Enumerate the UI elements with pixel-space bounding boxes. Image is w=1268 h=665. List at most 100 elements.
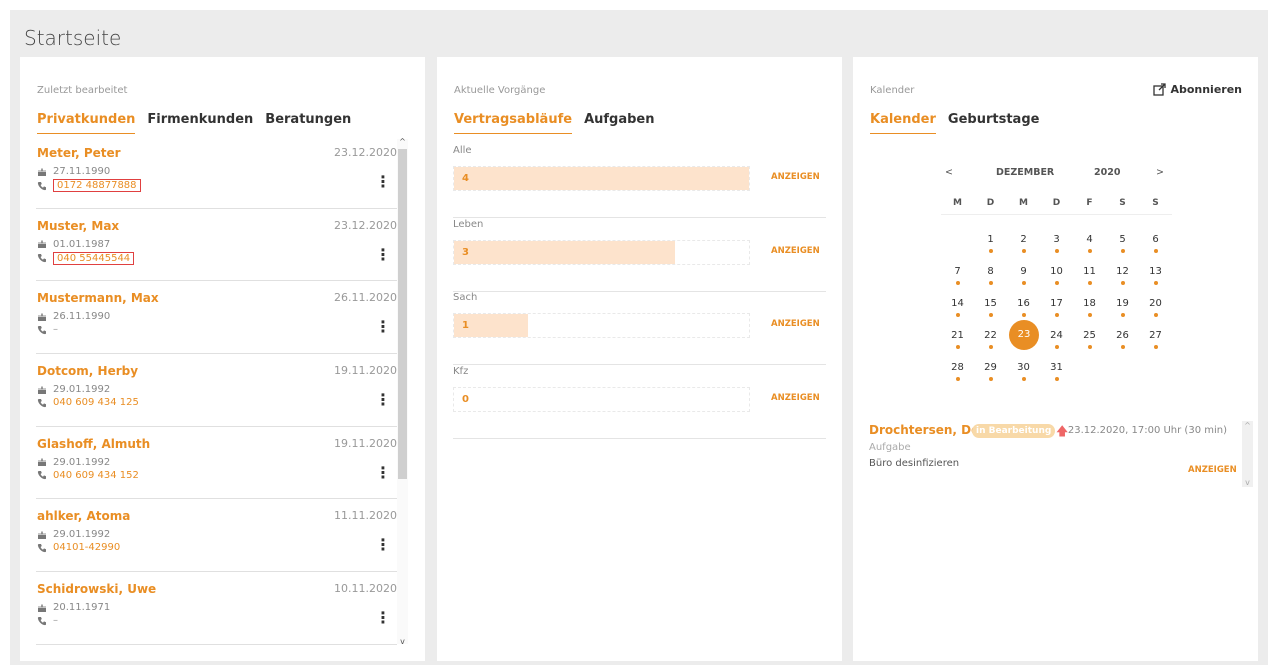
calendar-day[interactable]: 21 <box>941 319 974 351</box>
calendar-day[interactable]: 18 <box>1073 287 1106 319</box>
day-number: 21 <box>951 330 964 341</box>
calendar-day[interactable]: 27 <box>1139 319 1172 351</box>
day-number: 31 <box>1050 362 1063 373</box>
contact-list-scrollbar[interactable]: ^ v <box>397 137 408 646</box>
contact-row[interactable]: Schidrowski, Uwe 10.11.2020 20.11.1971– ⋮ <box>36 572 397 645</box>
scroll-down-icon[interactable]: v <box>397 637 408 646</box>
calendar-day[interactable]: 6 <box>1139 223 1172 255</box>
calendar-day[interactable]: 17 <box>1040 287 1073 319</box>
scroll-up-icon[interactable]: ^ <box>1242 421 1253 430</box>
day-number: 27 <box>1149 330 1162 341</box>
vorgang-show-button[interactable]: ANZEIGEN <box>771 319 820 329</box>
calendar-day[interactable]: 4 <box>1073 223 1106 255</box>
calendar-day[interactable]: 19 <box>1106 287 1139 319</box>
calendar-day[interactable]: 29 <box>974 351 1007 383</box>
vorgang-show-button[interactable]: ANZEIGEN <box>771 393 820 403</box>
contact-row[interactable]: ahlker, Atoma 11.11.2020 29.01.1992 04101-4… <box>36 499 397 573</box>
more-options-icon[interactable]: ⋮ <box>375 464 391 481</box>
calendar-day[interactable]: 16 <box>1007 287 1040 319</box>
phone-value[interactable]: 040 609 434 152 <box>53 470 139 481</box>
day-number: 29 <box>984 362 997 373</box>
event-dot <box>989 377 993 381</box>
phone-value[interactable]: 04101-42990 <box>53 542 120 553</box>
tab-vertragsablaeufe[interactable]: Vertragsabläufe <box>454 112 573 134</box>
scrollbar-thumb[interactable] <box>398 149 407 479</box>
vorgang-section: Leben 3 ANZEIGEN <box>453 219 826 292</box>
day-number: 16 <box>1017 298 1030 309</box>
contact-row[interactable]: Glashoff, Almuth 19.11.2020 29.01.1992 040 … <box>36 427 397 500</box>
vorgang-show-button[interactable]: ANZEIGEN <box>771 246 820 256</box>
calendar-day[interactable]: 2 <box>1007 223 1040 255</box>
calendar-day[interactable]: 13 <box>1139 255 1172 287</box>
more-options-icon[interactable]: ⋮ <box>375 392 391 408</box>
subscribe-button[interactable]: Abonnieren <box>1153 83 1242 96</box>
calendar-day[interactable]: 12 <box>1106 255 1139 287</box>
tab-geburtstage[interactable]: Geburtstage <box>948 112 1040 134</box>
contact-name[interactable]: Muster, Max <box>37 219 119 233</box>
more-options-icon[interactable]: ⋮ <box>375 246 391 263</box>
day-number: 19 <box>1116 298 1129 309</box>
calendar-day[interactable]: 22 <box>974 319 1007 351</box>
calendar-day[interactable]: 11 <box>1073 255 1106 287</box>
calendar-day[interactable]: 30 <box>1007 351 1040 383</box>
contact-row[interactable]: Mustermann, Max 26.11.2020 26.11.1990– ⋮ <box>36 281 397 355</box>
calendar-day[interactable]: 31 <box>1040 351 1073 383</box>
contact-row[interactable]: Dotcom, Herby 19.11.2020 29.01.1992 040 609… <box>36 354 397 427</box>
calendar-day[interactable]: 10 <box>1040 255 1073 287</box>
vorgang-label: Sach <box>453 292 478 303</box>
calendar-event: Drochtersen, Dora in Bearbeitung 🡅 23.12… <box>869 421 1253 487</box>
tab-aufgaben[interactable]: Aufgaben <box>584 112 654 134</box>
next-month-button[interactable]: > <box>1156 167 1164 178</box>
phone-value[interactable]: 040 609 434 125 <box>53 397 139 408</box>
contact-name[interactable]: Mustermann, Max <box>37 291 159 305</box>
event-dot <box>1154 313 1158 317</box>
day-number: 14 <box>951 298 964 309</box>
calendar-day[interactable]: 1 <box>974 223 1007 255</box>
day-number: 20 <box>1149 298 1162 309</box>
calendar-day[interactable]: 20 <box>1139 287 1172 319</box>
event-scrollbar[interactable]: ^ v <box>1242 421 1253 487</box>
contact-name[interactable]: Schidrowski, Uwe <box>37 582 156 596</box>
birthday-value: 20.11.1971 <box>53 602 111 614</box>
calendar-day-today[interactable]: 23 <box>1007 319 1040 351</box>
more-options-icon[interactable]: ⋮ <box>375 174 391 190</box>
contact-name[interactable]: Dotcom, Herby <box>37 364 138 378</box>
calendar-day[interactable]: 5 <box>1106 223 1139 255</box>
vorgang-section: Alle 4 ANZEIGEN <box>453 145 826 218</box>
contact-date: 23.12.2020 <box>334 218 397 232</box>
tab-beratungen[interactable]: Beratungen <box>265 112 351 134</box>
event-dot <box>989 249 993 253</box>
scroll-down-icon[interactable]: v <box>1242 478 1253 487</box>
calendar-day[interactable]: 3 <box>1040 223 1073 255</box>
vorgang-show-button[interactable]: ANZEIGEN <box>771 172 820 182</box>
calendar-day[interactable]: 24 <box>1040 319 1073 351</box>
contact-name[interactable]: Glashoff, Almuth <box>37 437 150 451</box>
tab-firmenkunden[interactable]: Firmenkunden <box>147 112 253 134</box>
tab-privatkunden[interactable]: Privatkunden <box>37 112 136 134</box>
calendar-day[interactable]: 9 <box>1007 255 1040 287</box>
more-options-icon[interactable]: ⋮ <box>375 319 391 335</box>
contact-name[interactable]: Meter, Peter <box>37 146 121 160</box>
contact-name[interactable]: ahlker, Atoma <box>37 509 130 523</box>
contact-row[interactable]: Muster, Max 23.12.2020 01.01.1987 040 55445… <box>36 209 397 282</box>
calendar-day[interactable]: 25 <box>1073 319 1106 351</box>
more-options-icon[interactable]: ⋮ <box>375 537 391 553</box>
day-number: 6 <box>1152 234 1159 245</box>
phone-value[interactable]: 040 55445544 <box>53 251 135 265</box>
contact-row[interactable]: Meter, Peter 23.12.2020 27.11.1990 0172 488… <box>36 136 397 209</box>
vorgang-bar: 4 <box>453 166 750 191</box>
calendar-day[interactable]: 8 <box>974 255 1007 287</box>
calendar-day[interactable]: 14 <box>941 287 974 319</box>
vorgang-bar: 3 <box>453 239 750 265</box>
scroll-up-icon[interactable]: ^ <box>397 137 408 146</box>
more-options-icon[interactable]: ⋮ <box>375 610 391 626</box>
calendar-day[interactable]: 15 <box>974 287 1007 319</box>
prev-month-button[interactable]: < <box>945 167 953 178</box>
calendar-day[interactable]: 7 <box>941 255 974 287</box>
contact-birthday: 27.11.1990 <box>37 166 110 177</box>
tab-kalender[interactable]: Kalender <box>870 112 936 134</box>
calendar-day[interactable]: 28 <box>941 351 974 383</box>
event-show-button[interactable]: ANZEIGEN <box>1188 465 1237 475</box>
calendar-day[interactable]: 26 <box>1106 319 1139 351</box>
phone-value[interactable]: 0172 48877888 <box>53 179 141 192</box>
